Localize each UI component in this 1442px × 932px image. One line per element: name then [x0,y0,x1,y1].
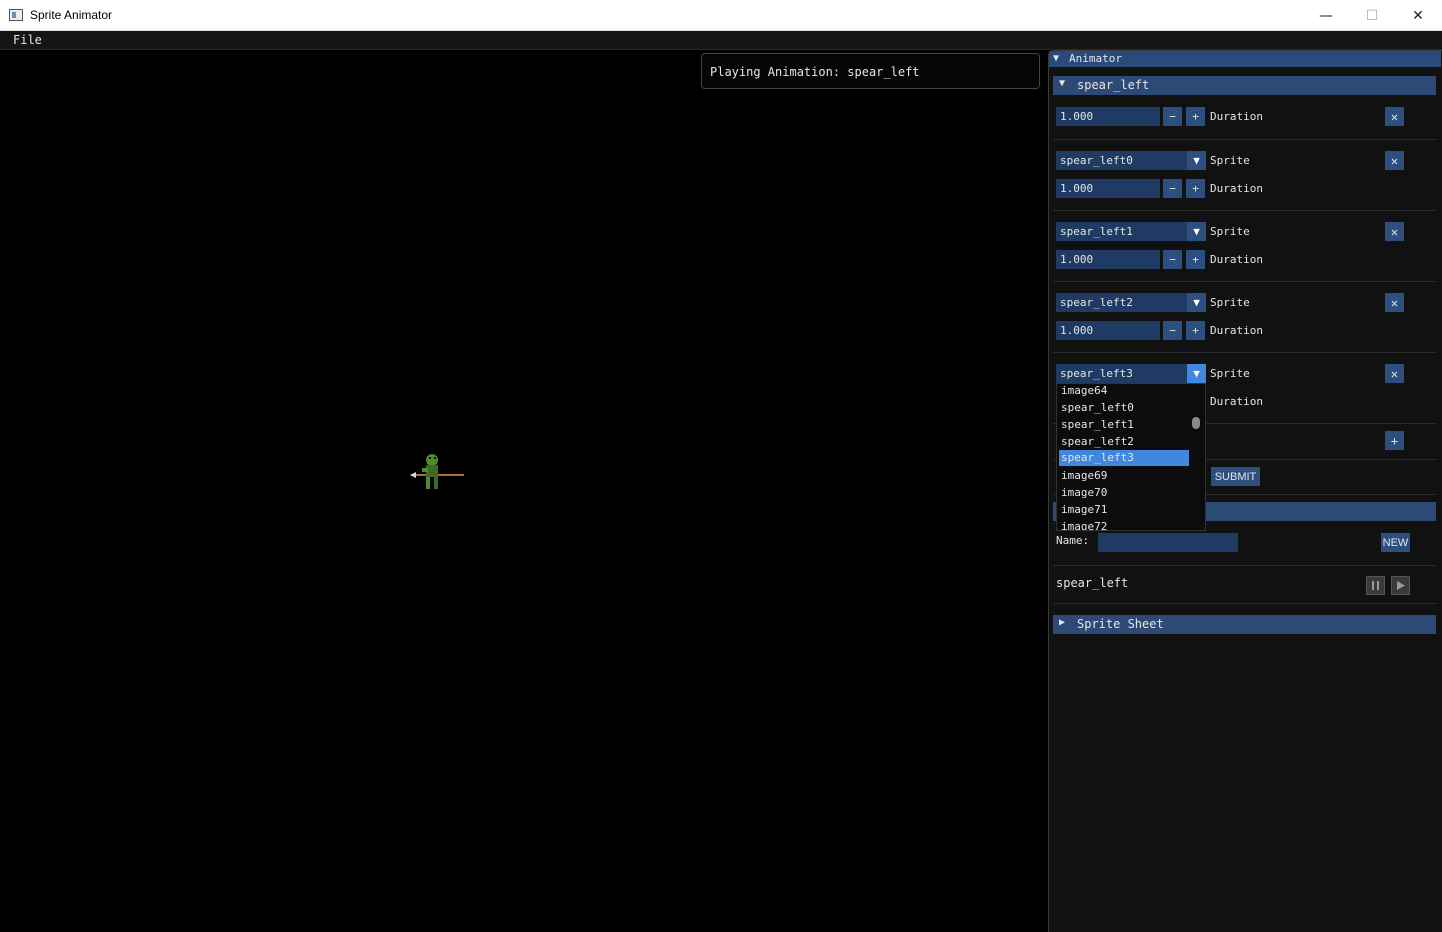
animation-name-input[interactable] [1098,533,1238,552]
frame-duration-input[interactable]: 1.000 [1056,250,1160,269]
increment-button[interactable]: + [1186,107,1205,126]
dropdown-option[interactable]: image70 [1059,485,1189,501]
sprite-sheet-label: Sprite Sheet [1077,617,1164,631]
increment-button[interactable]: + [1186,250,1205,269]
play-button[interactable] [1391,576,1410,595]
add-frame-button[interactable]: + [1385,431,1404,450]
remove-frame-button[interactable]: ✕ [1385,364,1404,383]
dropdown-arrow-icon[interactable]: ▼ [1187,364,1206,383]
increment-button[interactable]: + [1186,179,1205,198]
remove-frame-button[interactable]: ✕ [1385,151,1404,170]
animation-list-item[interactable]: spear_left [1056,576,1128,590]
window-title: Sprite Animator [30,8,113,22]
remove-frame-button[interactable]: ✕ [1385,293,1404,312]
duration-label: Duration [1210,324,1263,337]
increment-button[interactable]: + [1186,321,1205,340]
animation-header-label: spear_left [1077,78,1150,92]
menu-file[interactable]: File [13,33,42,47]
separator [1053,603,1436,604]
total-duration-input[interactable]: 1.000 [1056,107,1160,126]
sprite-label: Sprite [1210,367,1250,380]
submit-button[interactable]: SUBMIT [1211,467,1260,486]
app-icon [9,9,23,21]
remove-button[interactable]: ✕ [1385,107,1404,126]
status-overlay: Playing Animation: spear_left [701,53,1040,89]
decrement-button[interactable]: − [1163,250,1182,269]
status-text: Playing Animation: spear_left [710,65,920,79]
pause-button[interactable] [1366,576,1385,595]
dropdown-option[interactable]: spear_left1 [1059,417,1189,433]
pause-icon [1372,581,1379,590]
dropdown-option-selected[interactable]: spear_left3 [1059,450,1189,466]
animator-title: Animator [1069,52,1122,65]
sprite-dropdown-list[interactable]: image64 spear_left0 spear_left1 spear_le… [1056,383,1206,531]
dropdown-option[interactable]: spear_left2 [1059,434,1189,450]
close-button[interactable]: ✕ [1395,0,1441,31]
frame-duration-input[interactable]: 1.000 [1056,179,1160,198]
decrement-button[interactable]: − [1163,179,1182,198]
animation-header[interactable]: ▼ spear_left [1053,76,1436,95]
new-animation-button[interactable]: NEW [1381,533,1410,552]
title-bar: Sprite Animator — ☐ ✕ [0,0,1442,31]
play-icon [1397,581,1405,590]
duration-label: Duration [1210,182,1263,195]
sprite-label: Sprite [1210,225,1250,238]
decrement-button[interactable]: − [1163,321,1182,340]
separator [1053,352,1436,353]
dropdown-arrow-icon[interactable]: ▼ [1187,222,1206,241]
duration-label: Duration [1210,110,1263,123]
animator-title-bar[interactable]: ▼ Animator [1049,51,1441,67]
duration-label: Duration [1210,253,1263,266]
separator [1053,565,1436,566]
dropdown-arrow-icon[interactable]: ▼ [1187,293,1206,312]
dropdown-arrow-icon[interactable]: ▼ [1187,151,1206,170]
dropdown-option[interactable]: image64 [1059,384,1189,399]
frame-duration-input[interactable]: 1.000 [1056,321,1160,340]
separator [1053,210,1436,211]
duration-label: Duration [1210,395,1263,408]
menu-bar: File [0,31,1442,50]
orc-sprite [410,454,464,489]
expand-icon: ▶ [1059,617,1066,628]
decrement-button[interactable]: − [1163,107,1182,126]
name-label: Name: [1056,534,1090,547]
minimize-button[interactable]: — [1303,0,1349,31]
dropdown-option[interactable]: image71 [1059,502,1189,518]
dropdown-option[interactable]: image69 [1059,468,1189,484]
sprite-select[interactable]: spear_left0 [1056,151,1187,170]
sprite-label: Sprite [1210,154,1250,167]
sprite-label: Sprite [1210,296,1250,309]
dropdown-scrollbar[interactable] [1192,417,1200,429]
sprite-select[interactable]: spear_left3 [1056,364,1187,383]
remove-frame-button[interactable]: ✕ [1385,222,1404,241]
separator [1053,281,1436,282]
sprite-select[interactable]: spear_left1 [1056,222,1187,241]
sprite-sheet-header[interactable]: ▶ Sprite Sheet [1053,615,1436,634]
separator [1053,139,1436,140]
sprite-select[interactable]: spear_left2 [1056,293,1187,312]
game-viewport[interactable] [1,50,1046,931]
collapse-icon: ▼ [1059,78,1066,89]
collapse-icon: ▼ [1053,53,1060,64]
maximize-button[interactable]: ☐ [1349,0,1395,31]
dropdown-option[interactable]: image72 [1059,519,1189,530]
dropdown-option[interactable]: spear_left0 [1059,400,1189,416]
